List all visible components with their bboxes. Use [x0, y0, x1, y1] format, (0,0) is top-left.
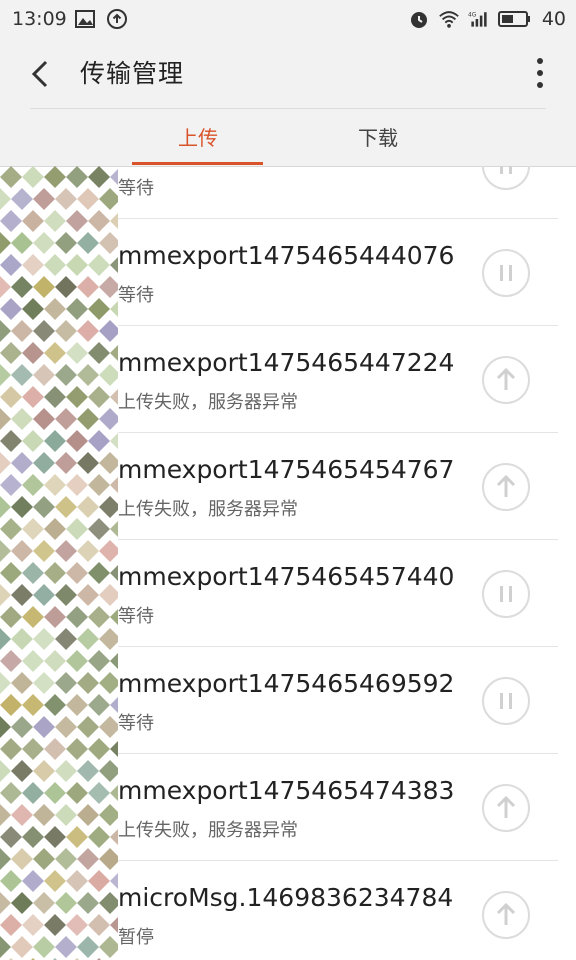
transfer-status: 等待 [118, 713, 154, 734]
pause-icon [500, 166, 512, 174]
header-divider [30, 108, 546, 109]
battery-icon [497, 11, 530, 27]
transfer-row[interactable]: mmexport1475465457440 等待 [0, 540, 576, 647]
transfer-row[interactable]: mmexport1475465454767 上传失败，服务器异常 [0, 433, 576, 540]
more-vert-icon[interactable] [530, 56, 550, 92]
svg-text:4G: 4G [468, 12, 477, 18]
file-name: mmexport1475465469592 [118, 669, 455, 698]
transfer-row[interactable]: mmexport1475465474383 上传失败，服务器异常 [0, 754, 576, 861]
pause-icon [500, 265, 512, 281]
upload-status-icon [107, 9, 127, 29]
transfer-status: 上传失败，服务器异常 [118, 499, 298, 520]
file-name: microMsg.1469836234784 [118, 883, 454, 912]
status-bar: 13:09 4G 40 [0, 0, 576, 38]
retry-upload-button[interactable] [482, 891, 530, 939]
transfer-status: 上传失败，服务器异常 [118, 392, 298, 413]
pause-button[interactable] [482, 166, 530, 190]
image-icon [75, 10, 95, 28]
status-time: 13:09 [12, 8, 67, 30]
page-title: 传输管理 [80, 59, 185, 88]
tab-upload[interactable]: 上传 [132, 110, 264, 166]
file-name: mmexport1475465447224 [118, 348, 455, 377]
alarm-icon [410, 12, 427, 28]
active-tab-indicator [132, 162, 263, 165]
pause-button[interactable] [482, 570, 530, 618]
upload-icon [496, 902, 516, 925]
file-name: mmexport1475465444076 [118, 241, 455, 270]
pause-button[interactable] [482, 249, 530, 297]
retry-upload-button[interactable] [482, 463, 530, 511]
signal-icon: 4G [468, 12, 487, 27]
transfer-status: 上传失败，服务器异常 [118, 820, 298, 841]
app-header: 传输管理 [0, 38, 576, 110]
retry-upload-button[interactable] [482, 356, 530, 404]
pause-icon [500, 586, 512, 602]
file-name: mmexport1475465474383 [118, 776, 455, 805]
upload-icon [496, 795, 516, 818]
tab-download[interactable]: 下载 [312, 110, 444, 166]
transfer-row[interactable]: 等待 [0, 166, 576, 219]
wifi-icon [439, 11, 459, 28]
transfer-list[interactable]: 等待 mmexport1475465444076 等待 mmexport1475465… [0, 166, 576, 960]
retry-upload-button[interactable] [482, 784, 530, 832]
pause-button[interactable] [482, 677, 530, 725]
upload-icon [496, 474, 516, 497]
transfer-status: 等待 [118, 606, 154, 627]
transfer-status: 等待 [118, 285, 154, 306]
transfer-row[interactable]: mmexport1475465444076 等待 [0, 219, 576, 326]
battery-level: 40 [541, 8, 566, 30]
transfer-row[interactable]: microMsg.1469836234784 暂停 [0, 861, 576, 960]
transfer-row[interactable]: mmexport1475465447224 上传失败，服务器异常 [0, 326, 576, 433]
file-name: mmexport1475465457440 [118, 562, 455, 591]
transfer-status: 等待 [118, 178, 154, 199]
pause-icon [500, 693, 512, 709]
back-arrow-icon[interactable] [22, 56, 58, 92]
transfer-row[interactable]: mmexport1475465469592 等待 [0, 647, 576, 754]
file-name: mmexport1475465454767 [118, 455, 455, 484]
upload-icon [496, 367, 516, 390]
tab-bar: 上传 下载 [0, 110, 576, 167]
transfer-status: 暂停 [118, 927, 154, 948]
